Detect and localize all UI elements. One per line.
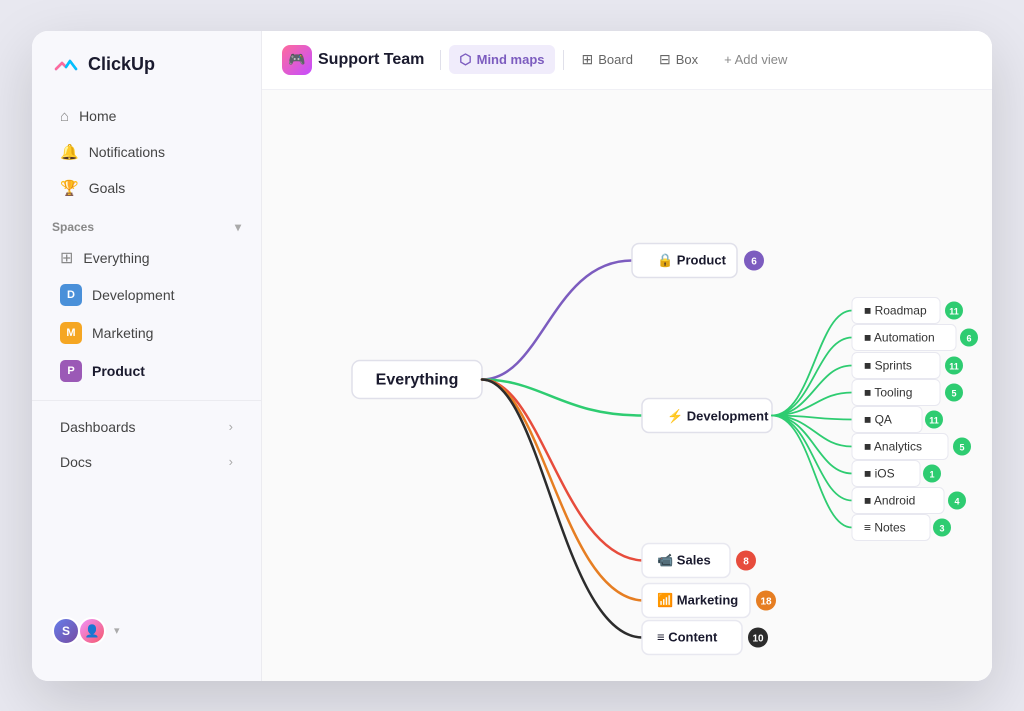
spaces-chevron-icon: ▾ bbox=[235, 220, 241, 234]
dashboards-item[interactable]: Dashboards › bbox=[40, 410, 253, 444]
home-icon: ⌂ bbox=[60, 108, 69, 125]
team-name: Support Team bbox=[318, 51, 424, 69]
marketing-node-label: 📶 Marketing bbox=[657, 592, 738, 607]
sprints-count: 11 bbox=[949, 361, 959, 371]
toolbar: 🎮 Support Team ⬡ Mind maps ⊞ Board ⊟ Box… bbox=[262, 31, 992, 90]
tab-board[interactable]: ⊞ Board bbox=[572, 45, 643, 74]
ios-label: ■ iOS bbox=[864, 466, 895, 480]
development-node-label: ⚡ Development bbox=[667, 408, 769, 424]
tab-box[interactable]: ⊟ Box bbox=[649, 45, 708, 74]
tooling-label: ■ Tooling bbox=[864, 385, 912, 399]
sidebar: ClickUp ⌂ Home 🔔 Notifications 🏆 Goals S… bbox=[32, 31, 262, 681]
footer-chevron-icon: ▾ bbox=[114, 624, 120, 637]
sidebar-footer: S 👤 ▾ bbox=[32, 601, 261, 661]
avatar-s: S bbox=[52, 617, 80, 645]
marketing-badge-count: 18 bbox=[760, 596, 772, 607]
automation-label: ■ Automation bbox=[864, 330, 935, 344]
analytics-label: ■ Analytics bbox=[864, 439, 922, 453]
nav-goals[interactable]: 🏆 Goals bbox=[40, 171, 253, 205]
center-node-label: Everything bbox=[376, 371, 459, 388]
nav-notifications[interactable]: 🔔 Notifications bbox=[40, 135, 253, 169]
product-node-label: 🔒 Product bbox=[657, 252, 727, 267]
qa-label: ■ QA bbox=[864, 412, 892, 426]
space-everything[interactable]: ⊞ Everything bbox=[40, 241, 253, 275]
android-count: 4 bbox=[954, 496, 959, 506]
spaces-section-header: Spaces ▾ bbox=[32, 206, 261, 240]
logo-area: ClickUp bbox=[32, 51, 261, 99]
product-badge-count: 6 bbox=[751, 256, 757, 267]
mind-map-svg: Everything 🔒 Product 6 ⚡ Development bbox=[262, 90, 992, 681]
content-badge-count: 10 bbox=[752, 633, 764, 644]
docs-chevron-icon: › bbox=[229, 454, 233, 469]
nav-home[interactable]: ⌂ Home bbox=[40, 100, 253, 133]
sales-node-label: 📹 Sales bbox=[657, 552, 711, 567]
content-node-label: ≡ Content bbox=[657, 629, 718, 644]
marketing-badge: M bbox=[60, 322, 82, 344]
main-content: 🎮 Support Team ⬡ Mind maps ⊞ Board ⊟ Box… bbox=[262, 31, 992, 681]
android-label: ■ Android bbox=[864, 493, 915, 507]
ios-count: 1 bbox=[929, 469, 934, 479]
tab-mind-maps[interactable]: ⬡ Mind maps bbox=[449, 45, 554, 74]
mind-maps-icon: ⬡ bbox=[459, 51, 471, 68]
roadmap-count: 11 bbox=[949, 306, 959, 316]
space-development[interactable]: D Development bbox=[40, 277, 253, 313]
notes-label: ≡ Notes bbox=[864, 520, 906, 534]
bell-icon: 🔔 bbox=[60, 143, 79, 161]
development-badge: D bbox=[60, 284, 82, 306]
tooling-count: 5 bbox=[951, 388, 956, 398]
sidebar-bottom-section: Dashboards › Docs › bbox=[32, 400, 261, 480]
app-name: ClickUp bbox=[88, 54, 155, 75]
goals-icon: 🏆 bbox=[60, 179, 79, 197]
clickup-logo-icon bbox=[52, 51, 80, 79]
everything-icon: ⊞ bbox=[60, 248, 73, 268]
roadmap-label: ■ Roadmap bbox=[864, 303, 927, 317]
box-icon: ⊟ bbox=[659, 51, 671, 68]
product-badge: P bbox=[60, 360, 82, 382]
toolbar-divider bbox=[440, 50, 441, 70]
notes-count: 3 bbox=[939, 523, 944, 533]
qa-count: 11 bbox=[929, 415, 939, 425]
sales-badge-count: 8 bbox=[743, 556, 749, 567]
team-icon: 🎮 bbox=[282, 45, 312, 75]
space-marketing[interactable]: M Marketing bbox=[40, 315, 253, 351]
board-icon: ⊞ bbox=[582, 51, 594, 68]
app-container: ClickUp ⌂ Home 🔔 Notifications 🏆 Goals S… bbox=[32, 31, 992, 681]
add-view-button[interactable]: + Add view bbox=[714, 46, 797, 73]
analytics-count: 5 bbox=[959, 442, 964, 452]
space-product[interactable]: P Product bbox=[40, 353, 253, 389]
toolbar-divider-2 bbox=[563, 50, 564, 70]
mind-map-canvas: Everything 🔒 Product 6 ⚡ Development bbox=[262, 90, 992, 681]
sprints-label: ■ Sprints bbox=[864, 358, 912, 372]
docs-item[interactable]: Docs › bbox=[40, 445, 253, 479]
dashboards-chevron-icon: › bbox=[229, 419, 233, 434]
automation-count: 6 bbox=[966, 333, 971, 343]
avatar-user: 👤 bbox=[78, 617, 106, 645]
